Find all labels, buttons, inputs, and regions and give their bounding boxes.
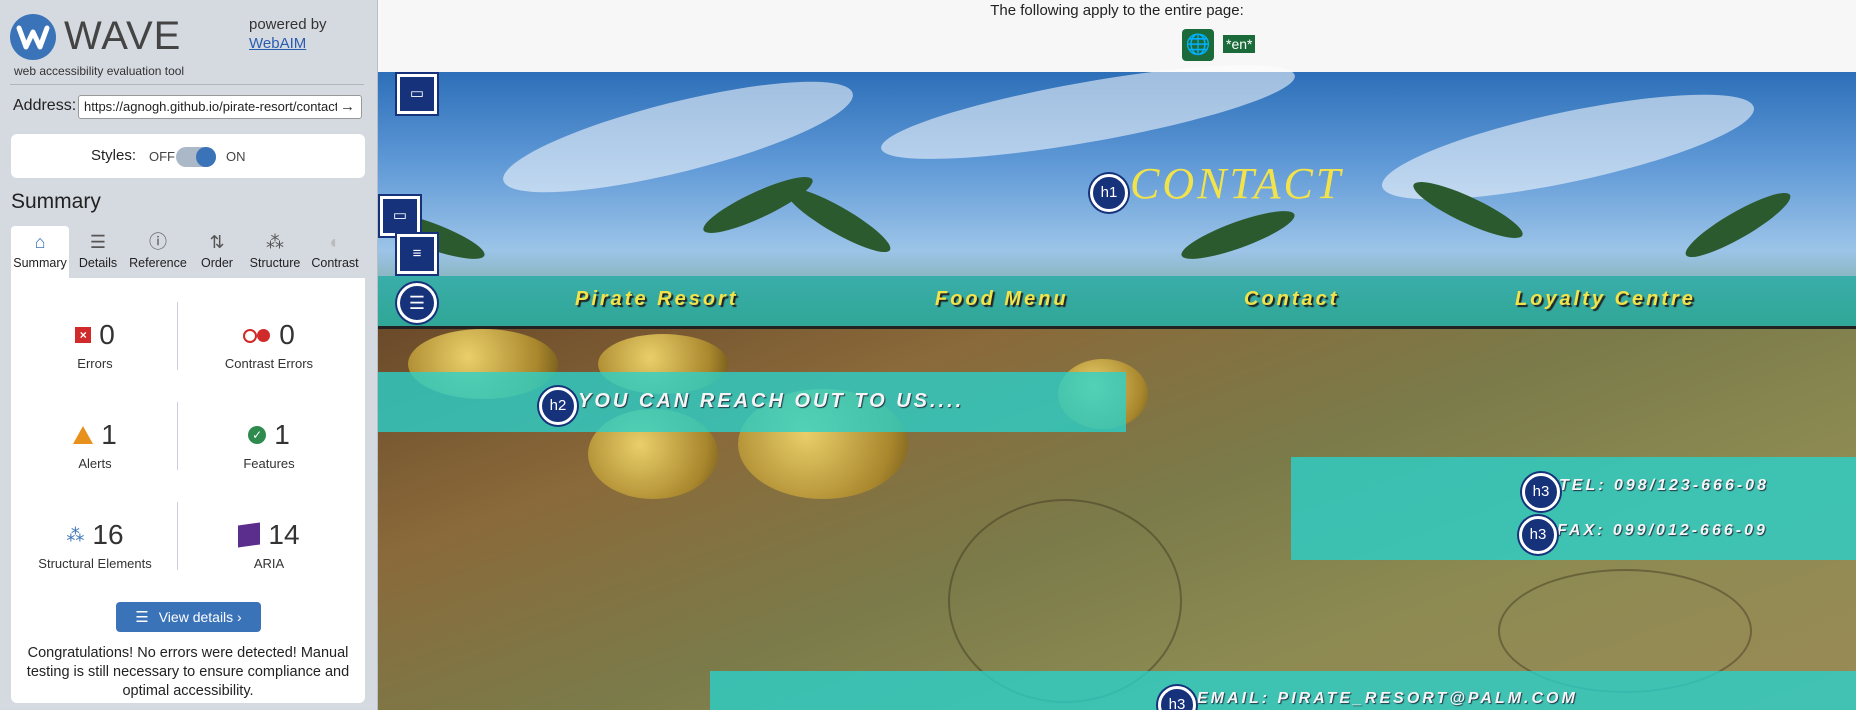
tab-label: Reference <box>129 256 187 270</box>
wave-logo-icon <box>10 14 56 60</box>
error-icon: × <box>75 327 92 343</box>
styles-on-label: ON <box>226 149 246 164</box>
features-count: 1 <box>274 419 290 450</box>
view-details-label: View details › <box>158 609 242 625</box>
order-icon: ⇅ <box>209 232 225 252</box>
tab-label: Contrast <box>311 256 359 270</box>
palm-leaf <box>1679 183 1797 267</box>
nav-link-contact[interactable]: Contact <box>1244 288 1339 311</box>
features-label: Features <box>243 456 295 471</box>
landmark-header-icon[interactable]: ▭ <box>397 74 437 114</box>
styles-label: Styles: <box>91 147 137 164</box>
view-details-button[interactable]: ☰ View details › <box>116 602 261 632</box>
arrow-right-icon[interactable]: → <box>337 96 355 118</box>
styles-toggle[interactable] <box>176 147 216 167</box>
page-level-bar: The following apply to the entire page: … <box>378 0 1856 73</box>
list-icon: ☰ <box>89 232 107 252</box>
info-icon: ⓘ <box>149 232 167 252</box>
stat-aria[interactable]: 14 ARIA <box>189 518 349 571</box>
congrats-message: Congratulations! No errors were detected… <box>26 645 350 699</box>
page-title-contact: CONTACT <box>1130 159 1344 208</box>
stat-alerts[interactable]: 1 Alerts <box>15 418 175 471</box>
home-icon: ⌂ <box>34 232 46 252</box>
heading-h3-badge[interactable]: h3 <box>1519 516 1557 554</box>
email-heading: EMAIL: PIRATE_RESORT@PALM.COM <box>1197 690 1578 707</box>
tel-heading: TEL: 098/123-666-08 <box>1559 477 1769 494</box>
stat-structural[interactable]: ⁂ 16 Structural Elements <box>15 518 175 571</box>
heading-h3-badge[interactable]: h3 <box>1522 473 1560 511</box>
globe-icon[interactable]: 🌐 <box>1182 29 1214 61</box>
contrast-error-icon <box>243 328 271 343</box>
aria-label: ARIA <box>253 556 285 571</box>
divider <box>177 302 178 370</box>
contrast-label: Contrast Errors <box>224 356 314 371</box>
tab-details[interactable]: ☰ Details <box>69 226 127 278</box>
styles-off-label: OFF <box>149 149 175 164</box>
tab-label: Details <box>78 256 118 270</box>
tab-structure[interactable]: ⁂ Structure <box>245 226 305 278</box>
feature-check-icon: ✓ <box>248 426 267 444</box>
nav-link-loyalty-centre[interactable]: Loyalty Centre <box>1515 288 1696 311</box>
tab-contrast[interactable]: ◐ Contrast <box>305 226 365 278</box>
stat-contrast-errors[interactable]: 0 Contrast Errors <box>189 318 349 371</box>
tab-label: Structure <box>249 256 301 270</box>
powered-by: powered by WebAIM <box>249 15 327 53</box>
aria-icon <box>238 522 261 548</box>
tab-order[interactable]: ⇅ Order <box>189 226 245 278</box>
site-nav: Pirate Resort Food Menu Contact Loyalty … <box>378 276 1856 329</box>
toggle-knob <box>196 147 216 167</box>
tab-reference[interactable]: ⓘ Reference <box>127 226 189 278</box>
address-input[interactable]: https://agnogh.github.io/pirate-resort/c… <box>78 95 362 119</box>
page-preview: The following apply to the entire page: … <box>378 0 1856 710</box>
wave-tagline: web accessibility evaluation tool <box>14 64 185 78</box>
palm-leaf <box>779 178 897 262</box>
landmark-nav-icon[interactable]: ≡ <box>397 234 437 274</box>
alerts-label: Alerts <box>78 456 112 471</box>
structural-label: Structural Elements <box>38 556 152 571</box>
tab-label: Summary <box>13 256 67 270</box>
structure-icon: ⁂ <box>66 524 85 545</box>
fax-heading: FAX: 099/012-666-09 <box>1557 522 1768 539</box>
heading-h2-badge[interactable]: h2 <box>539 387 577 425</box>
structure-icon: ⁂ <box>266 232 284 252</box>
nav-link-pirate-resort[interactable]: Pirate Resort <box>575 288 739 311</box>
divider <box>10 84 364 85</box>
phone-band <box>1291 457 1856 560</box>
tab-label: Order <box>201 256 233 270</box>
tab-summary[interactable]: ⌂ Summary <box>11 226 69 278</box>
stat-features[interactable]: ✓ 1 Features <box>189 418 349 471</box>
apply-text: The following apply to the entire page: <box>990 2 1244 19</box>
list-structure-icon[interactable]: ☰ <box>397 283 437 323</box>
contrast-count: 0 <box>279 319 295 350</box>
summary-title: Summary <box>11 190 101 213</box>
stat-errors[interactable]: × 0 Errors <box>15 318 175 371</box>
summary-panel: × 0 Errors 0 Contrast Errors 1 Alerts ✓ 1 … <box>11 278 365 703</box>
divider <box>177 402 178 470</box>
reach-out-heading: YOU CAN REACH OUT TO US.... <box>578 390 965 412</box>
webaim-link[interactable]: WebAIM <box>249 35 306 52</box>
powered-by-text: powered by <box>249 16 327 33</box>
divider <box>177 502 178 570</box>
alerts-count: 1 <box>101 419 117 450</box>
aria-count: 14 <box>268 519 300 550</box>
language-tag[interactable]: *en* <box>1223 35 1256 53</box>
address-label: Address: <box>13 97 77 114</box>
contrast-icon: ◐ <box>329 232 341 252</box>
wave-logo-text: WAVE <box>64 14 182 58</box>
address-value: https://agnogh.github.io/pirate-resort/c… <box>84 99 339 114</box>
landmark-banner-icon[interactable]: ▭ <box>380 196 420 236</box>
list-icon: ☰ <box>135 609 149 626</box>
styles-toggle-panel: Styles: OFF ON <box>11 134 365 178</box>
wave-tabs: ⌂ Summary ☰ Details ⓘ Reference ⇅ Order … <box>11 226 365 278</box>
structural-count: 16 <box>92 519 124 550</box>
alert-icon <box>73 426 94 444</box>
errors-count: 0 <box>99 319 115 350</box>
errors-label: Errors <box>77 356 113 371</box>
nav-link-food-menu[interactable]: Food Menu <box>935 288 1069 311</box>
wave-sidebar: WAVE web accessibility evaluation tool p… <box>0 0 378 710</box>
palm-leaf <box>1177 202 1299 268</box>
heading-h1-badge[interactable]: h1 <box>1090 174 1128 212</box>
